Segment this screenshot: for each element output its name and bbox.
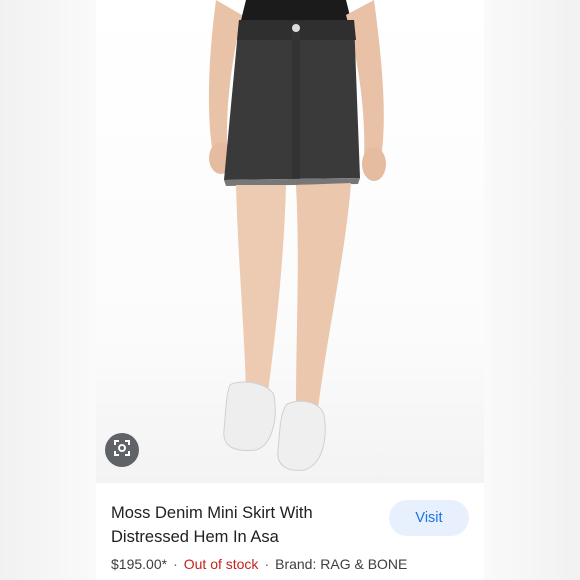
right-margin	[484, 0, 580, 580]
skirt-model-illustration	[208, 0, 386, 471]
left-margin	[0, 0, 96, 580]
separator: ·	[264, 556, 270, 572]
lens-icon	[112, 438, 132, 463]
product-image[interactable]	[96, 0, 484, 483]
product-card[interactable]: Moss Denim Mini Skirt With Distressed He…	[96, 0, 484, 580]
visit-button[interactable]: Visit	[389, 500, 469, 536]
brand: Brand: RAG & BONE	[275, 556, 408, 572]
lens-button[interactable]	[105, 433, 139, 467]
product-title[interactable]: Moss Denim Mini Skirt With Distressed He…	[111, 501, 361, 549]
price: $195.00*	[111, 556, 168, 572]
product-info: Moss Denim Mini Skirt With Distressed He…	[96, 483, 484, 580]
separator: ·	[173, 556, 178, 572]
stock-status: Out of stock	[183, 556, 259, 572]
product-meta: $195.00* · Out of stock · Brand: RAG & BONE	[111, 556, 407, 572]
